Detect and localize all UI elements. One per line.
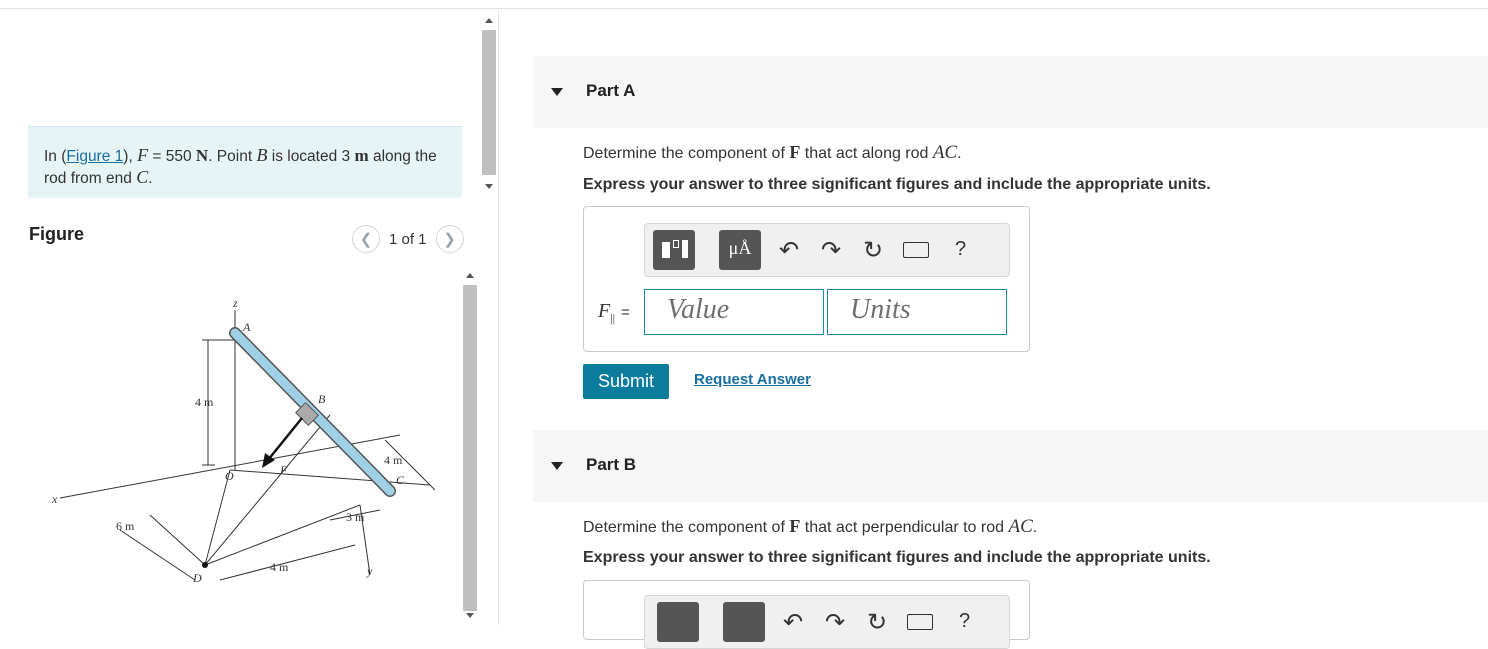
keyboard-icon[interactable]	[907, 614, 933, 630]
reset-icon[interactable]: ↻	[867, 608, 887, 637]
pane-divider	[498, 10, 499, 625]
label-d: D	[192, 571, 202, 585]
part-b-header[interactable]: Part B	[533, 430, 1488, 502]
question-text: that act perpendicular to rod	[800, 519, 1009, 536]
units-input[interactable]: Units	[827, 289, 1007, 335]
question-text: Determine the component of	[583, 145, 790, 162]
help-icon[interactable]: ?	[959, 610, 970, 633]
part-a-title: Part A	[586, 81, 636, 100]
dim-4m-bottom: 4 m	[270, 560, 289, 574]
scroll-down-icon[interactable]	[466, 613, 474, 618]
label-y: y	[366, 564, 373, 578]
point-c-symbol: C	[136, 167, 149, 187]
intro-text: .	[148, 170, 153, 187]
units-icon[interactable]	[723, 602, 765, 642]
templates-icon[interactable]	[657, 602, 699, 642]
equation-label: F|| =	[598, 300, 630, 326]
label-f: F	[279, 463, 288, 477]
math-toolbar: ↶ ↷ ↻ ?	[644, 595, 1010, 649]
question-text: .	[957, 145, 962, 162]
units-symbol: μÅ	[728, 238, 752, 258]
chevron-left-icon[interactable]: ❮	[352, 225, 380, 253]
help-icon[interactable]: ?	[955, 238, 966, 261]
label-a: A	[242, 320, 251, 334]
label-o: O	[225, 469, 234, 483]
redo-icon[interactable]: ↷	[821, 236, 841, 265]
problem-statement: In (Figure 1), F = 550 N. Point B is loc…	[28, 126, 462, 198]
scrollbar-thumb[interactable]	[463, 285, 477, 611]
part-b-answer-box: ↶ ↷ ↻ ?	[583, 580, 1030, 649]
figure-scrollbar[interactable]	[460, 265, 482, 625]
left-scrollbar[interactable]	[479, 10, 499, 200]
eq-variable: F	[598, 300, 611, 322]
dim-6m: 6 m	[116, 519, 135, 533]
question-text: that act along rod	[800, 145, 933, 162]
intro-text: . Point	[208, 148, 257, 165]
value-input[interactable]: Value	[644, 289, 824, 335]
scroll-up-icon[interactable]	[466, 273, 474, 278]
submit-button[interactable]: Submit	[583, 364, 669, 399]
figure-link[interactable]: Figure 1	[66, 148, 123, 165]
templates-icon[interactable]	[653, 230, 695, 270]
rod-symbol: AC	[932, 142, 958, 163]
part-a-question: Determine the component of F that act al…	[583, 142, 962, 164]
part-b-question: Determine the component of F that act pe…	[583, 516, 1037, 538]
intro-text: ),	[123, 148, 138, 165]
top-divider	[0, 8, 1488, 9]
figure-diagram: z A B C D O F x y 4 m 4 m 3 m 6 m 4 m	[51, 296, 436, 585]
force-symbol: F	[137, 145, 149, 165]
redo-icon[interactable]: ↷	[825, 608, 845, 637]
question-text: .	[1032, 519, 1038, 536]
collapse-triangle-icon[interactable]	[551, 88, 563, 96]
label-b: B	[318, 392, 326, 406]
point-b-symbol: B	[256, 145, 268, 165]
dim-4m-right: 4 m	[384, 453, 403, 467]
keyboard-icon[interactable]	[903, 242, 929, 258]
part-a-answer-box: μÅ ↶ ↷ ↻ ? F|| = Value Units	[583, 206, 1030, 352]
intro-text: In (	[44, 148, 67, 165]
figure-title: Figure	[29, 224, 85, 244]
rod-symbol: AC	[1008, 516, 1033, 537]
label-x: x	[51, 492, 58, 506]
eq-subscript: ||	[610, 311, 616, 325]
force-symbol: F	[789, 516, 801, 536]
undo-icon[interactable]: ↶	[779, 236, 799, 265]
dim-3m: 3 m	[346, 510, 365, 524]
part-a-instruction: Express your answer to three significant…	[583, 176, 1211, 193]
label-c: C	[396, 473, 405, 487]
dim-4m-vertical: 4 m	[195, 395, 214, 409]
units-icon[interactable]: μÅ	[719, 230, 761, 270]
intro-text: is located 3	[267, 148, 355, 165]
label-z: z	[232, 296, 238, 310]
figure-pager: ❮ 1 of 1 ❯	[352, 224, 464, 254]
force-symbol: F	[789, 142, 801, 162]
scrollbar-thumb[interactable]	[482, 30, 496, 175]
unit-meter: m	[354, 146, 369, 165]
intro-text: = 550	[148, 148, 196, 165]
undo-icon[interactable]: ↶	[783, 608, 803, 637]
collapse-triangle-icon[interactable]	[551, 462, 563, 470]
pager-text: 1 of 1	[389, 230, 427, 248]
scroll-up-icon[interactable]	[485, 18, 493, 23]
question-text: Determine the component of	[583, 519, 790, 536]
part-a-header[interactable]: Part A	[533, 56, 1488, 128]
chevron-right-icon[interactable]: ❯	[435, 225, 464, 253]
eq-sign: =	[621, 304, 630, 321]
scroll-down-icon[interactable]	[485, 184, 493, 189]
math-toolbar: μÅ ↶ ↷ ↻ ?	[644, 223, 1010, 277]
part-b-instruction: Express your answer to three significant…	[583, 549, 1211, 566]
unit-newton: N	[195, 146, 209, 165]
request-answer-link[interactable]: Request Answer	[694, 371, 811, 388]
part-b-title: Part B	[586, 455, 637, 474]
reset-icon[interactable]: ↻	[863, 236, 883, 265]
